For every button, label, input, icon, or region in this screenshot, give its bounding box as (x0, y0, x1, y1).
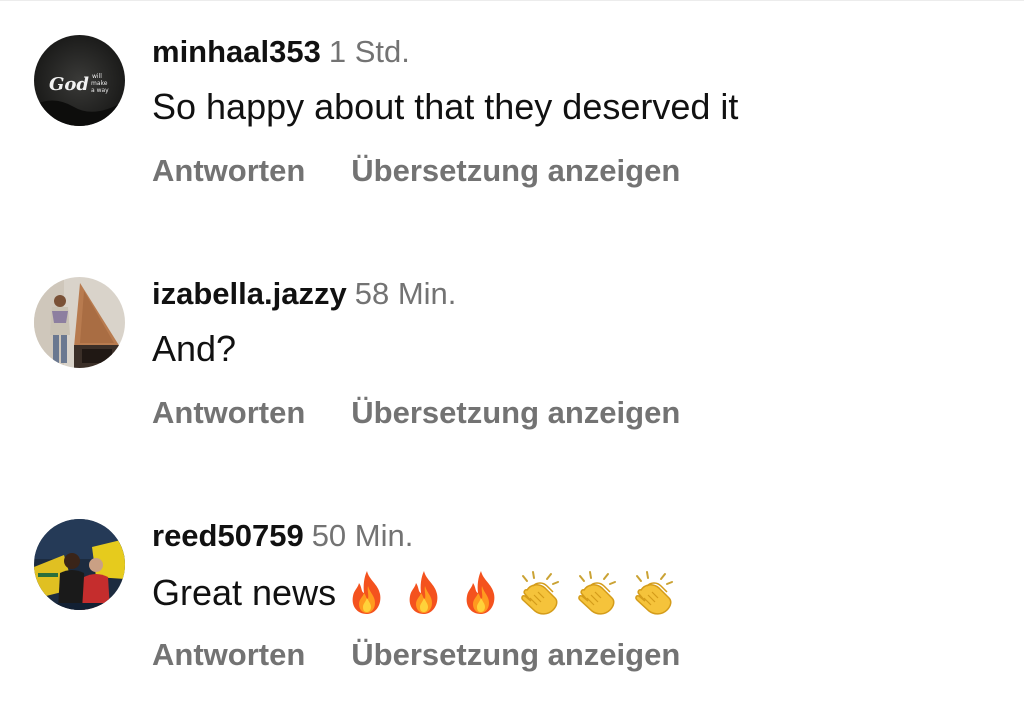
reply-button[interactable]: Antworten (152, 637, 305, 672)
emoji-row (342, 568, 677, 618)
fire-emoji (456, 568, 506, 618)
clapping-hands-emoji (570, 568, 620, 618)
timestamp: 50 Min. (311, 518, 414, 553)
comment-actions: Antworten Übersetzung anzeigen (152, 394, 680, 432)
timestamp: 58 Min. (354, 276, 457, 311)
username[interactable]: izabella.jazzy (152, 276, 347, 311)
svg-text:make: make (91, 80, 108, 87)
comment-meta: izabella.jazzy 58 Min. (152, 276, 456, 312)
comment-actions: Antworten Übersetzung anzeigen (152, 636, 680, 674)
fire-emoji (399, 568, 449, 618)
timestamp: 1 Std. (328, 34, 410, 69)
comment-item: God will make a way minhaal353 1 Std. So … (0, 0, 1024, 200)
reply-button[interactable]: Antworten (152, 395, 305, 430)
comment-meta: minhaal353 1 Std. (152, 34, 410, 70)
translate-button[interactable]: Übersetzung anzeigen (351, 637, 680, 672)
reply-button[interactable]: Antworten (152, 153, 305, 188)
comment-meta: reed50759 50 Min. (152, 518, 413, 554)
comment-item: reed50759 50 Min. Great news Antworten Ü… (0, 484, 1024, 684)
avatar-image (34, 277, 125, 368)
clapping-hands-emoji (627, 568, 677, 618)
avatar-image: God will make a way (34, 35, 125, 126)
svg-text:God: God (49, 74, 89, 95)
svg-text:will: will (92, 73, 102, 80)
fire-emoji (342, 568, 392, 618)
translate-button[interactable]: Übersetzung anzeigen (351, 395, 680, 430)
comment-text-content: So happy about that they deserved it (152, 86, 739, 127)
comment-text: Great news (152, 568, 677, 618)
comment-actions: Antworten Übersetzung anzeigen (152, 152, 680, 190)
comment-text-content: And? (152, 328, 237, 369)
comment-text: And? (152, 326, 236, 372)
comment-item: izabella.jazzy 58 Min. And? Antworten Über… (0, 242, 1024, 442)
comment-text: So happy about that they deserved it (152, 84, 738, 130)
svg-text:a way: a way (91, 87, 109, 94)
avatar[interactable] (34, 277, 125, 368)
avatar[interactable]: God will make a way (34, 35, 125, 126)
comment-text-content: Great news (152, 572, 337, 613)
translate-button[interactable]: Übersetzung anzeigen (351, 153, 680, 188)
username[interactable]: minhaal353 (152, 34, 321, 69)
avatar-image (34, 519, 125, 610)
clapping-hands-emoji (513, 568, 563, 618)
username[interactable]: reed50759 (152, 518, 304, 553)
avatar[interactable] (34, 519, 125, 610)
